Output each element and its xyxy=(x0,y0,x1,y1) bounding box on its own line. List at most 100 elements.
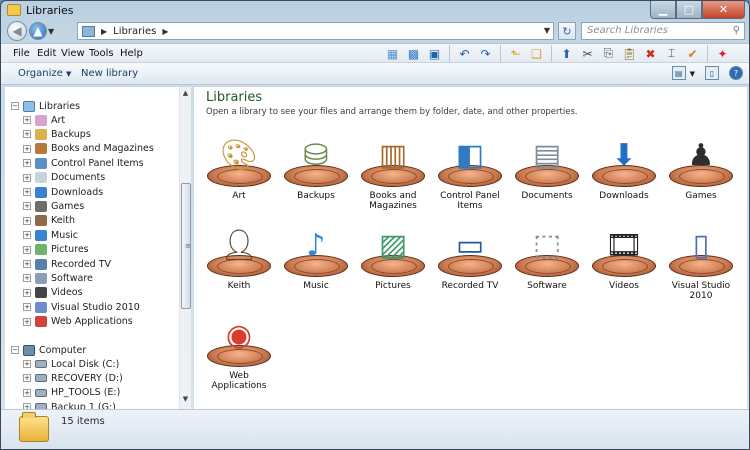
search-input[interactable]: Search Libraries ⚲ xyxy=(581,22,745,40)
undo-icon[interactable]: ↶ xyxy=(456,45,473,62)
search-icon[interactable]: ⚲ xyxy=(733,25,740,36)
delete-icon[interactable]: ✖ xyxy=(642,45,659,62)
library-tile[interactable]: ♟ Games xyxy=(663,131,739,219)
tree-item-library[interactable]: + Music xyxy=(23,228,78,242)
help-icon[interactable]: ? xyxy=(729,66,743,80)
close-button[interactable]: ✕ xyxy=(702,1,745,19)
paste-icon[interactable]: 📋︎ xyxy=(621,45,638,62)
library-tile[interactable]: ⛁ Backups xyxy=(278,131,354,219)
expand-icon[interactable]: + xyxy=(23,374,31,383)
expand-icon[interactable]: + xyxy=(23,216,31,225)
library-tile[interactable]: ◉ Web Applications xyxy=(201,311,277,399)
expand-icon[interactable]: + xyxy=(23,202,31,211)
collapse-icon[interactable]: − xyxy=(11,102,19,110)
scrollbar-thumb[interactable]: ≡ xyxy=(181,183,191,309)
recent-pages-dropdown[interactable]: ▼ xyxy=(48,27,54,36)
library-tile[interactable]: ⬚ Software xyxy=(509,221,585,309)
organize-button[interactable]: Organize ▼ xyxy=(18,68,71,79)
minimize-button[interactable]: ▁ xyxy=(650,1,676,19)
library-tile[interactable]: ▤ Documents xyxy=(509,131,585,219)
expand-icon[interactable]: + xyxy=(23,388,31,397)
back-button[interactable]: ◀ xyxy=(7,21,27,41)
expand-icon[interactable]: + xyxy=(23,317,31,326)
view-options-dropdown-icon[interactable]: ▼ xyxy=(690,70,695,80)
tree-item-library[interactable]: + Software xyxy=(23,271,93,285)
windows-logo-icon[interactable]: ✦ xyxy=(714,45,731,62)
preview-pane-icon[interactable]: ▯ xyxy=(705,66,719,80)
tree-item-library[interactable]: + Backups xyxy=(23,127,91,141)
expand-icon[interactable]: + xyxy=(23,173,31,182)
new-folder-icon[interactable]: ❏ xyxy=(528,45,545,62)
library-tile[interactable]: ▨ Pictures xyxy=(355,221,431,309)
up-circle-icon[interactable]: ⬆ xyxy=(558,45,575,62)
menu-tools[interactable]: Tools xyxy=(89,48,114,59)
tree-item-computer[interactable]: − Computer xyxy=(11,343,86,357)
tree-item-libraries[interactable]: − Libraries xyxy=(11,99,80,113)
nav-pane-scrollbar[interactable]: ▲ ≡ ▼ xyxy=(179,87,191,409)
library-tile[interactable]: ▯ Visual Studio 2010 xyxy=(663,221,739,309)
tree-item-library[interactable]: + Recorded TV xyxy=(23,257,111,271)
library-tile[interactable]: ◧ Control Panel Items xyxy=(432,131,508,219)
menu-file[interactable]: File xyxy=(13,48,30,59)
menu-edit[interactable]: Edit xyxy=(37,48,56,59)
expand-icon[interactable]: + xyxy=(23,231,31,240)
expand-icon[interactable]: + xyxy=(23,245,31,254)
expand-icon[interactable]: + xyxy=(23,303,31,312)
change-view-icon[interactable]: ▤ xyxy=(671,66,686,80)
tree-item-library[interactable]: + Documents xyxy=(23,171,105,185)
expand-icon[interactable]: + xyxy=(23,144,31,153)
tree-item-library[interactable]: + Pictures xyxy=(23,243,89,257)
cut-icon[interactable]: ✂ xyxy=(579,45,596,62)
scroll-down-icon[interactable]: ▼ xyxy=(180,395,191,407)
address-dropdown-icon[interactable]: ▼ xyxy=(544,26,550,35)
copy-icon[interactable]: ⎘ xyxy=(600,45,617,62)
view-icons-icon[interactable]: ▦ xyxy=(384,45,401,62)
expand-icon[interactable]: + xyxy=(23,116,31,124)
tree-item-library[interactable]: + Keith xyxy=(23,214,75,228)
tree-item-library[interactable]: + Videos xyxy=(23,286,83,300)
library-tile[interactable]: ⬇ Downloads xyxy=(586,131,662,219)
new-library-button[interactable]: New library xyxy=(81,68,138,79)
library-tile[interactable]: ♪ Music xyxy=(278,221,354,309)
scroll-up-icon[interactable]: ▲ xyxy=(180,89,191,101)
expand-icon[interactable]: + xyxy=(23,188,31,196)
library-tile[interactable]: 👤︎ Keith xyxy=(201,221,277,309)
folder-up-icon[interactable]: ⬑ xyxy=(507,45,524,62)
collapse-icon[interactable]: − xyxy=(11,346,19,354)
breadcrumb-separator-icon[interactable]: ▶ xyxy=(162,27,168,36)
menu-help[interactable]: Help xyxy=(120,48,143,59)
tree-item-library[interactable]: + Downloads xyxy=(23,185,103,199)
library-tile[interactable]: ▥ Books and Magazines xyxy=(355,131,431,219)
rename-icon[interactable]: ⌶ xyxy=(663,45,680,62)
address-bar[interactable]: ▶ Libraries ▶ ▼ xyxy=(77,22,554,40)
tree-item-library[interactable]: + Control Panel Items xyxy=(23,156,144,170)
expand-icon[interactable]: + xyxy=(23,260,31,268)
tree-item-library[interactable]: + Books and Magazines xyxy=(23,142,154,156)
breadcrumb-libraries[interactable]: Libraries xyxy=(113,26,156,37)
tree-item-drive[interactable]: + Local Disk (C:) xyxy=(23,357,119,371)
breadcrumb-separator-icon[interactable]: ▶ xyxy=(101,27,107,36)
view-tiles-icon[interactable]: ▩ xyxy=(405,45,422,62)
tree-item-library[interactable]: + Art xyxy=(23,113,65,127)
tree-item-drive[interactable]: + Backup 1 (G:) xyxy=(23,400,116,409)
library-tile[interactable]: 🎨︎ Art xyxy=(201,131,277,219)
view-large-icon[interactable]: ▣ xyxy=(426,45,443,62)
tree-item-library[interactable]: + Web Applications xyxy=(23,315,133,329)
tree-item-drive[interactable]: + RECOVERY (D:) xyxy=(23,371,123,385)
forward-button[interactable]: ▲ xyxy=(29,22,47,40)
tree-item-library[interactable]: + Games xyxy=(23,199,84,213)
redo-icon[interactable]: ↷ xyxy=(477,45,494,62)
library-tile[interactable]: ▭ Recorded TV xyxy=(432,221,508,309)
tree-item-library[interactable]: + Visual Studio 2010 xyxy=(23,300,140,314)
maximize-button[interactable]: □ xyxy=(676,1,702,19)
expand-icon[interactable]: + xyxy=(23,360,31,368)
tree-item-drive[interactable]: + HP_TOOLS (E:) xyxy=(23,386,120,400)
check-icon[interactable]: ✔ xyxy=(684,45,701,62)
refresh-button[interactable]: ↻ xyxy=(558,22,576,40)
expand-icon[interactable]: + xyxy=(23,130,31,139)
library-tile[interactable]: 🎞︎ Videos xyxy=(586,221,662,309)
expand-icon[interactable]: + xyxy=(23,274,31,283)
expand-icon[interactable]: + xyxy=(23,159,31,168)
expand-icon[interactable]: + xyxy=(23,288,31,297)
menu-view[interactable]: View xyxy=(61,48,85,59)
